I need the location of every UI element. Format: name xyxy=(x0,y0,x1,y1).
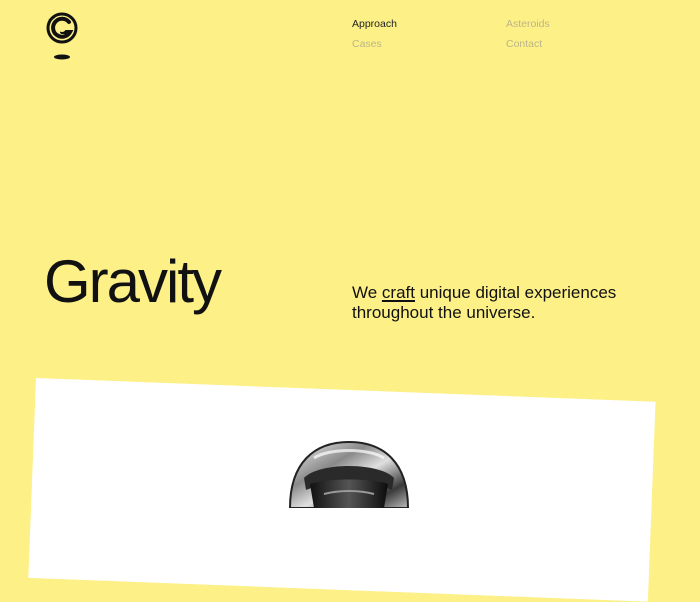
tagline: We craft unique digital experiences thro… xyxy=(352,283,652,323)
nav-approach[interactable]: Approach xyxy=(352,18,397,30)
gravity-logo-icon[interactable] xyxy=(44,12,80,64)
nav-asteroids[interactable]: Asteroids xyxy=(506,18,550,30)
nav-contact[interactable]: Contact xyxy=(506,38,542,50)
nav-cases[interactable]: Cases xyxy=(352,38,382,50)
tagline-prefix: We xyxy=(352,283,382,302)
astronaut-helmet-image xyxy=(288,440,410,508)
craft-link[interactable]: craft xyxy=(382,283,415,302)
page-title: Gravity xyxy=(44,248,222,315)
